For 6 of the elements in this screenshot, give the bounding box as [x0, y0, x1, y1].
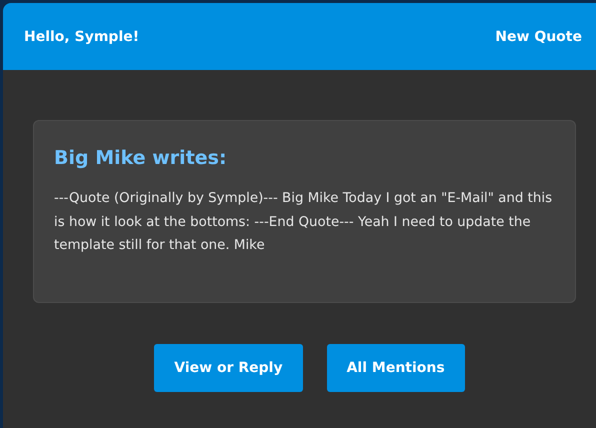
- action-button[interactable]: All Mentions: [326, 344, 465, 392]
- quote-text: ---Quote (Originally by Symple)--- Big Mike Today I got an "E-Mail" and this is how it look at the bottoms: ---End Quote--- Yeah I need to update the template still for that one. Mike: [54, 190, 554, 255]
- quote-heading: Big Mike writes:: [54, 147, 228, 169]
- greeting-text: Hello, Symple!: [24, 28, 140, 44]
- header-title: New Quote: [495, 28, 582, 44]
- action-button[interactable]: View or Reply: [154, 344, 303, 392]
